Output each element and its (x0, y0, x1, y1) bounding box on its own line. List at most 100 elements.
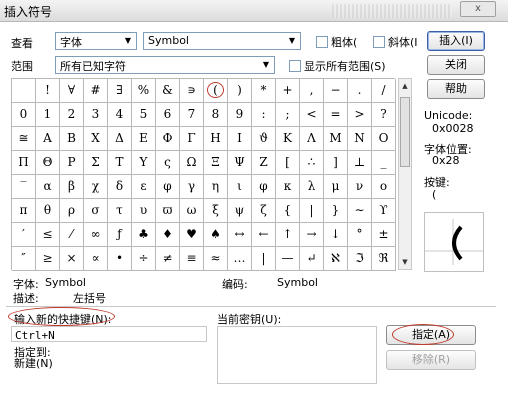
symbol-cell[interactable]: Ο (372, 127, 396, 151)
symbol-cell[interactable]: ∝ (84, 247, 108, 271)
symbol-cell[interactable]: φ (156, 175, 180, 199)
symbol-cell[interactable]: 6 (156, 103, 180, 127)
symbol-cell[interactable]: Ι (228, 127, 252, 151)
new-shortcut-input[interactable]: Ctrl+N (11, 326, 207, 342)
symbol-cell[interactable]: ″ (12, 247, 36, 271)
symbol-cell[interactable]: θ (36, 199, 60, 223)
close-button[interactable]: 关闭 (427, 55, 485, 75)
symbol-cell[interactable]: Λ (300, 127, 324, 151)
symbol-cell[interactable]: ν (348, 175, 372, 199)
symbol-cell[interactable]: 0 (12, 103, 36, 127)
symbol-cell[interactable]: Ζ (252, 151, 276, 175)
symbol-cell[interactable]: × (60, 247, 84, 271)
symbol-cell[interactable]: ♠ (204, 223, 228, 247)
symbol-cell[interactable]: ϖ (156, 199, 180, 223)
symbol-cell[interactable]: : (252, 103, 276, 127)
symbol-cell[interactable]: ƒ (108, 223, 132, 247)
symbol-cell[interactable]: ≠ (156, 247, 180, 271)
symbol-cell[interactable]: Ν (348, 127, 372, 151)
symbol-cell[interactable]: Υ (132, 151, 156, 175)
symbol-cell[interactable]: ψ (228, 199, 252, 223)
show-all-ranges-checkbox[interactable]: 显示所有范围(S) (289, 58, 386, 74)
bold-checkbox[interactable]: 粗体( (316, 34, 357, 50)
symbol-cell[interactable]: ♦ (156, 223, 180, 247)
view-select[interactable]: 字体 ▼ (55, 32, 137, 50)
symbol-cell[interactable]: → (300, 223, 324, 247)
symbol-cell[interactable]: ♣ (132, 223, 156, 247)
symbol-cell[interactable]: _ (372, 151, 396, 175)
symbol-cell[interactable]: ∃ (108, 79, 132, 103)
assign-button[interactable]: 指定(A) (386, 325, 476, 345)
checkbox-box[interactable] (289, 60, 301, 72)
scrollbar-thumb[interactable] (400, 97, 410, 167)
symbol-cell[interactable]: ∀ (60, 79, 84, 103)
symbol-cell[interactable]: ↑ (276, 223, 300, 247)
symbol-cell[interactable]: ρ (60, 199, 84, 223)
symbol-cell[interactable]: ε (132, 175, 156, 199)
symbol-cell[interactable]: Ρ (60, 151, 84, 175)
symbol-cell[interactable]: π (12, 199, 36, 223)
symbol-cell[interactable]: 3 (84, 103, 108, 127)
symbol-cell[interactable]: ο (372, 175, 396, 199)
close-window-button[interactable]: x (460, 1, 496, 17)
symbol-cell[interactable]: ↵ (300, 247, 324, 271)
symbol-cell[interactable]: Β (60, 127, 84, 151)
symbol-cell[interactable]: ≈ (204, 247, 228, 271)
symbol-cell[interactable]: ← (252, 223, 276, 247)
symbol-cell[interactable]: ≥ (36, 247, 60, 271)
symbol-cell[interactable]: ; (276, 103, 300, 127)
symbol-cell[interactable]: 5 (132, 103, 156, 127)
symbol-cell[interactable]: ≅ (12, 127, 36, 151)
symbol-cell[interactable]: Τ (108, 151, 132, 175)
symbol-cell[interactable]: ∼ (348, 199, 372, 223)
symbol-cell[interactable]: Γ (180, 127, 204, 151)
symbol-cell[interactable]: γ (180, 175, 204, 199)
remove-button[interactable]: 移除(R) (386, 350, 476, 370)
symbol-cell[interactable]: 9 (228, 103, 252, 127)
symbol-cell[interactable]: α (36, 175, 60, 199)
symbol-cell-selected[interactable]: ( (204, 79, 228, 103)
symbol-cell[interactable]: & (156, 79, 180, 103)
symbol-cell[interactable]: 1 (36, 103, 60, 127)
symbol-cell[interactable]: # (84, 79, 108, 103)
symbol-cell[interactable]: ξ (204, 199, 228, 223)
symbol-cell[interactable]: Φ (156, 127, 180, 151)
symbol-cell[interactable]: ∞ (84, 223, 108, 247)
symbol-cell[interactable]: μ (324, 175, 348, 199)
symbol-cell[interactable]: ° (348, 223, 372, 247)
scroll-up-icon[interactable]: ▲ (399, 79, 411, 93)
symbol-cell[interactable]: ℜ (372, 247, 396, 271)
symbol-cell[interactable]: 2 (60, 103, 84, 127)
symbol-cell[interactable]: η (204, 175, 228, 199)
symbol-cell[interactable]: . (348, 79, 372, 103)
symbol-cell[interactable]: , (300, 79, 324, 103)
symbol-cell[interactable]: ) (228, 79, 252, 103)
symbol-cell[interactable]: Π (12, 151, 36, 175)
symbol-grid-scrollbar[interactable]: ▲ ▼ (398, 78, 412, 270)
symbol-cell[interactable]: ι (228, 175, 252, 199)
symbol-cell[interactable]: Ε (132, 127, 156, 151)
symbol-cell[interactable]: Θ (36, 151, 60, 175)
symbol-cell[interactable]: ! (36, 79, 60, 103)
symbol-cell[interactable]: ′ (12, 223, 36, 247)
symbol-cell[interactable]: ? (372, 103, 396, 127)
symbol-cell[interactable]: Σ (84, 151, 108, 175)
symbol-cell[interactable]: … (228, 247, 252, 271)
symbol-cell[interactable]: / (372, 79, 396, 103)
symbol-cell[interactable]: * (252, 79, 276, 103)
symbol-cell[interactable]: > (348, 103, 372, 127)
checkbox-box[interactable] (373, 36, 385, 48)
symbol-cell[interactable]: ↓ (324, 223, 348, 247)
help-button[interactable]: 帮助 (427, 79, 485, 99)
symbol-cell[interactable]: τ (108, 199, 132, 223)
symbol-cell[interactable]: χ (84, 175, 108, 199)
symbol-cell[interactable]: | (300, 199, 324, 223)
symbol-cell[interactable]: δ (108, 175, 132, 199)
symbol-cell[interactable]: ≤ (36, 223, 60, 247)
italic-checkbox[interactable]: 斜体(I (373, 34, 418, 50)
checkbox-box[interactable] (316, 36, 328, 48)
symbol-cell[interactable]: ℑ (348, 247, 372, 271)
symbol-cell[interactable]: λ (300, 175, 324, 199)
symbol-cell[interactable]: ς (156, 151, 180, 175)
symbol-cell[interactable]: ϒ (372, 199, 396, 223)
